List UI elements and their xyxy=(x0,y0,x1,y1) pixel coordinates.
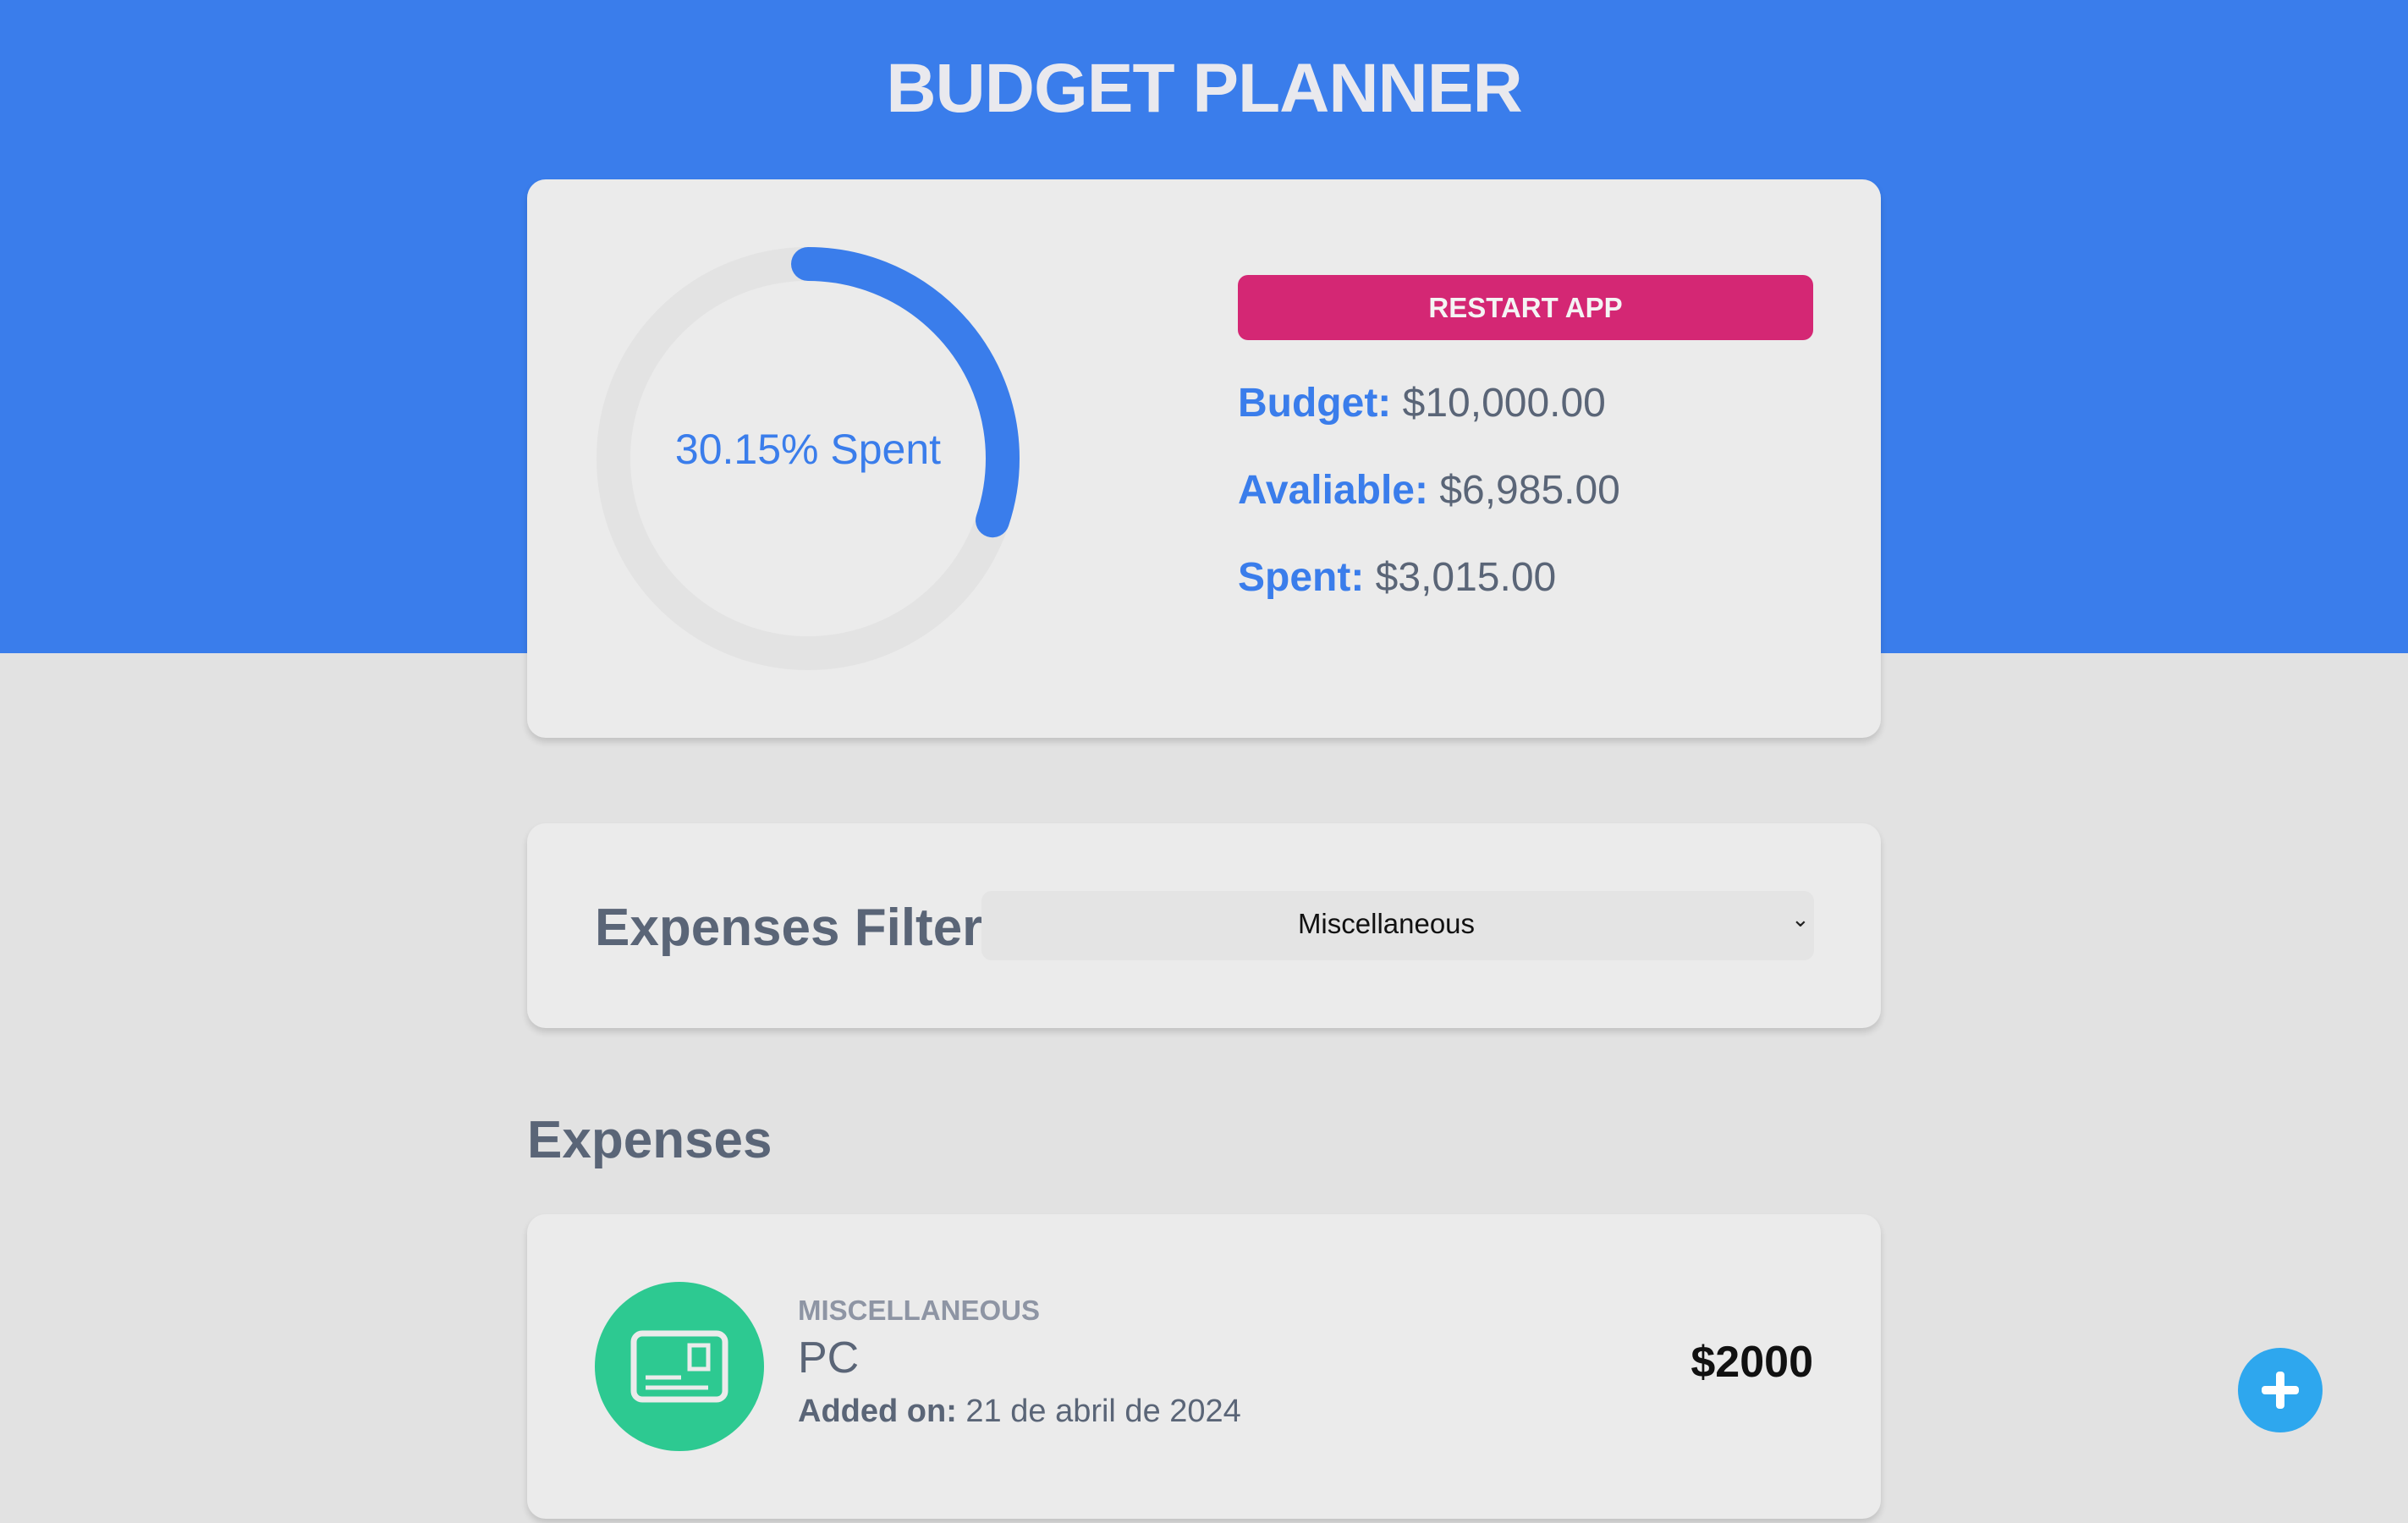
filter-selected-value: Miscellaneous xyxy=(1297,908,1476,939)
category-filter-select[interactable]: Miscellaneous ⌄ xyxy=(981,891,1814,960)
category-icon-badge xyxy=(595,1282,764,1451)
spent-value: $3,015.00 xyxy=(1375,555,1557,600)
add-expense-button[interactable] xyxy=(2238,1348,2323,1432)
chevron-down-icon: ⌄ xyxy=(1791,906,1810,932)
expense-date-value: 21 de abril de 2024 xyxy=(965,1394,1241,1429)
available-value: $6,985.00 xyxy=(1439,468,1620,513)
budget-label: Budget: xyxy=(1238,381,1392,426)
budget-stat: Budget: $10,000.00 xyxy=(1238,380,1606,426)
app-title: BUDGET PLANNER xyxy=(886,50,1522,127)
expense-item[interactable]: MISCELLANEOUS PC Added on: 21 de abril d… xyxy=(527,1214,1881,1519)
plus-icon xyxy=(2262,1372,2299,1409)
spent-stat: Spent: $3,015.00 xyxy=(1238,554,1556,601)
progress-label: 30.15% Spent xyxy=(674,426,942,473)
card-icon xyxy=(630,1330,728,1403)
expense-name: PC xyxy=(798,1333,860,1383)
expense-amount: $2000 xyxy=(1691,1338,1813,1387)
budget-value: $10,000.00 xyxy=(1402,381,1606,426)
expense-date-label: Added on: xyxy=(798,1394,957,1429)
expenses-filter-card: Expenses Filter Miscellaneous ⌄ xyxy=(527,823,1881,1028)
available-label: Avaliable: xyxy=(1238,468,1428,513)
budget-summary-card: 30.15% Spent RESTART APP Budget: $10,000… xyxy=(527,179,1881,738)
expenses-section-title: Expenses xyxy=(527,1111,772,1169)
spent-label: Spent: xyxy=(1238,555,1365,600)
restart-app-button[interactable]: RESTART APP xyxy=(1238,275,1813,340)
expense-date: Added on: 21 de abril de 2024 xyxy=(798,1394,1241,1430)
available-stat: Avaliable: $6,985.00 xyxy=(1238,467,1620,514)
filter-label: Expenses Filter xyxy=(595,899,983,957)
expense-category: MISCELLANEOUS xyxy=(798,1295,1041,1326)
